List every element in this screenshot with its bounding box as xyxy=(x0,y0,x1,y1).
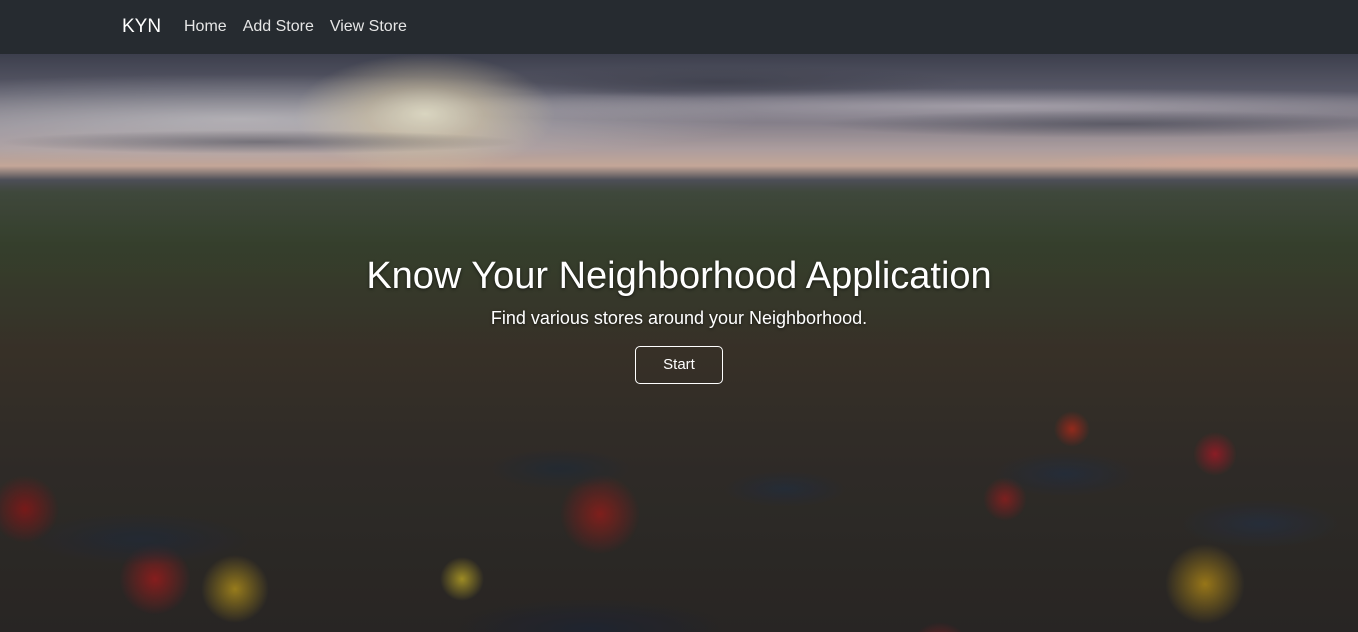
top-navbar: KYN Home Add Store View Store xyxy=(0,0,1358,54)
hero-title: Know Your Neighborhood Application xyxy=(366,255,992,297)
nav-home-link[interactable]: Home xyxy=(184,18,227,36)
brand-link[interactable]: KYN xyxy=(122,16,161,38)
nav-links: Home Add Store View Store xyxy=(184,18,407,36)
start-button[interactable]: Start xyxy=(635,345,723,384)
hero-subtitle: Find various stores around your Neighbor… xyxy=(490,307,868,328)
hero-section: Know Your Neighborhood Application Find … xyxy=(0,54,1358,632)
hero-content: Know Your Neighborhood Application Find … xyxy=(0,254,1358,384)
nav-add-store-link[interactable]: Add Store xyxy=(243,18,314,36)
nav-view-store-link[interactable]: View Store xyxy=(330,18,407,36)
